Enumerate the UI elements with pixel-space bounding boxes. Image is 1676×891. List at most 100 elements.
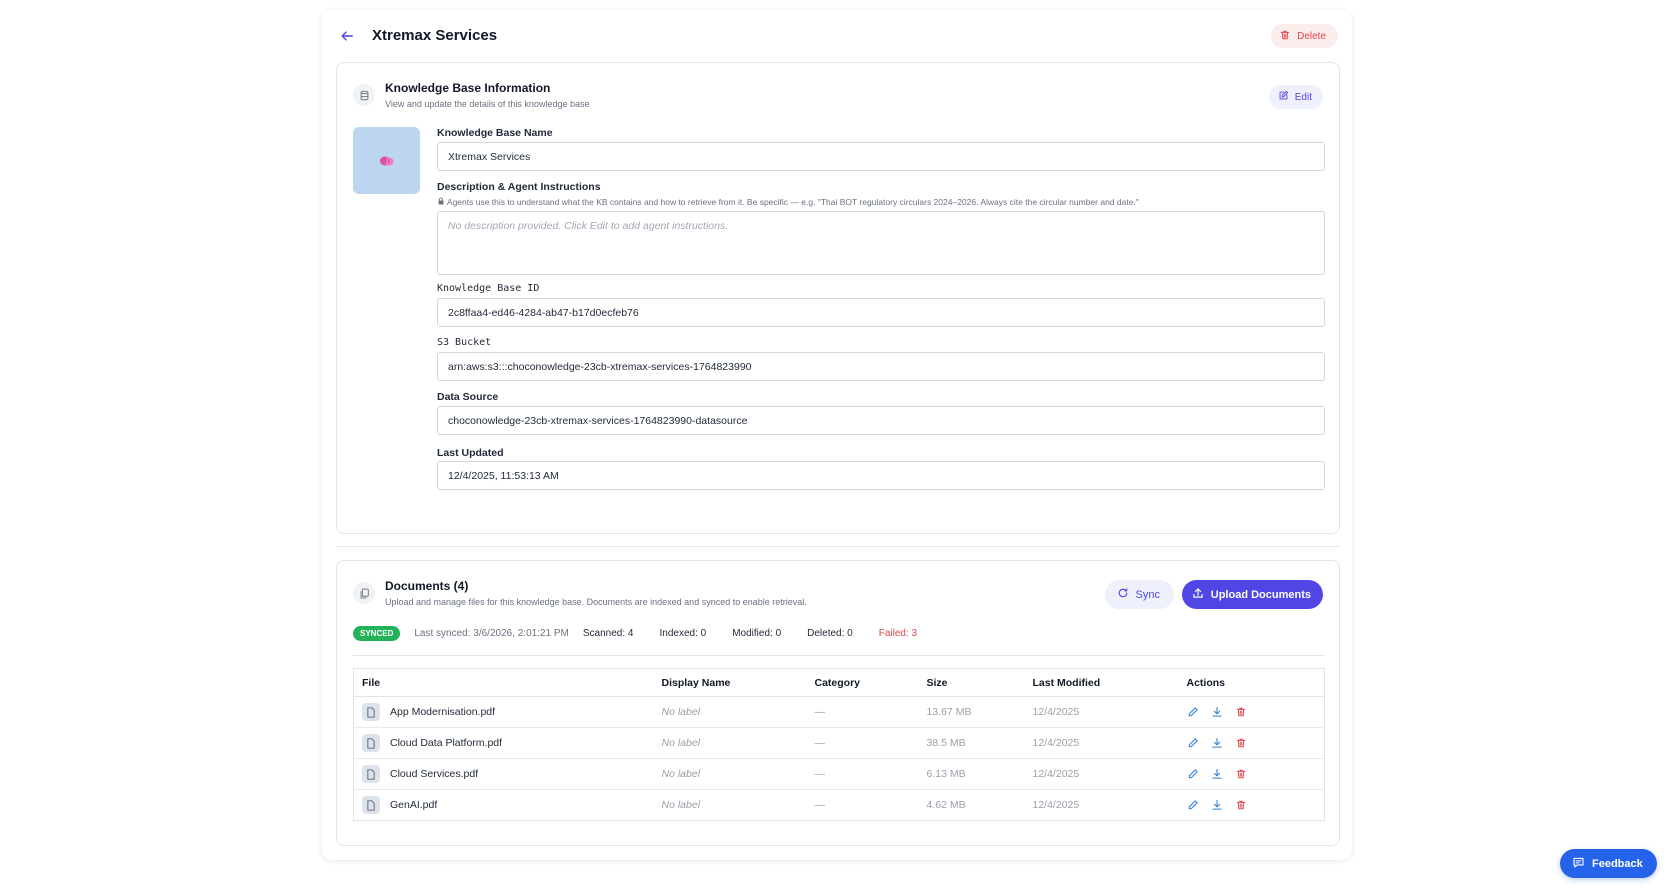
file-name: Cloud Services.pdf bbox=[390, 768, 479, 780]
documents-icon bbox=[353, 582, 375, 604]
kb-name-field[interactable]: Xtremax Services bbox=[437, 142, 1325, 171]
s3-bucket-label: S3 Bucket bbox=[437, 337, 492, 348]
page-header: Xtremax Services Delete bbox=[322, 10, 1352, 62]
kb-info-title: Knowledge Base Information bbox=[385, 81, 551, 95]
chat-icon bbox=[1572, 856, 1585, 872]
failed-count: Failed: 3 bbox=[878, 627, 918, 639]
category: — bbox=[806, 727, 919, 759]
delete-button[interactable]: Delete bbox=[1271, 24, 1338, 48]
data-source-label: Data Source bbox=[437, 391, 499, 403]
display-name: No label bbox=[653, 727, 807, 759]
last-modified: 12/4/2025 bbox=[1024, 727, 1179, 759]
kb-id-label: Knowledge Base ID bbox=[437, 283, 540, 294]
status-badge: SYNCED bbox=[353, 625, 401, 641]
database-icon bbox=[353, 84, 375, 106]
last-modified: 12/4/2025 bbox=[1032, 799, 1080, 811]
documents-card: Documents (4) Upload and manage files fo… bbox=[336, 560, 1340, 846]
status-divider bbox=[353, 655, 1325, 656]
edit-pencil-icon[interactable] bbox=[1187, 737, 1200, 750]
file-size: 13.67 MB bbox=[918, 696, 1025, 728]
col-last-modified[interactable]: Last Modified bbox=[1024, 668, 1179, 697]
trash-icon bbox=[1279, 29, 1291, 44]
display-name: No label bbox=[653, 758, 807, 790]
description-textarea[interactable]: No description provided. Click Edit to a… bbox=[437, 211, 1325, 275]
upload-documents-button[interactable]: Upload Documents bbox=[1181, 580, 1323, 609]
description-hint-text: Agents use this to understand what the K… bbox=[446, 197, 1139, 207]
col-size[interactable]: Size bbox=[918, 668, 1025, 697]
category: — bbox=[806, 758, 919, 790]
upload-icon bbox=[1192, 587, 1204, 602]
table-header-row: File Display Name Category Size Last Mod… bbox=[353, 668, 1325, 697]
kb-id-field[interactable]: 2c8ffaa4-ed46-4284-ab47-b17d0ecfeb76 bbox=[437, 298, 1325, 327]
deleted-count: Deleted: 0 bbox=[807, 627, 853, 639]
indexed-count: Indexed: 0 bbox=[659, 627, 707, 639]
delete-trash-icon[interactable] bbox=[1235, 737, 1248, 750]
kb-detail-page: Xtremax Services Delete Knowledge Base I… bbox=[322, 10, 1352, 860]
kb-name-label: Knowledge Base Name bbox=[437, 127, 553, 139]
table-row[interactable]: GenAI.pdf No label — 4.62 MB 12/4/2025 bbox=[354, 790, 1325, 821]
file-icon bbox=[362, 734, 380, 752]
page-title: Xtremax Services bbox=[372, 27, 498, 44]
upload-label: Upload Documents bbox=[1210, 588, 1311, 601]
documents-table: File Display Name Category Size Last Mod… bbox=[353, 668, 1325, 821]
refresh-icon bbox=[1117, 587, 1129, 602]
file-icon bbox=[362, 796, 380, 814]
edit-pencil-icon[interactable] bbox=[1187, 768, 1200, 781]
delete-label: Delete bbox=[1297, 30, 1326, 42]
edit-pencil-icon[interactable] bbox=[1187, 706, 1200, 719]
s3-bucket-field[interactable]: arn:aws:s3:::choconowledge-23cb-xtremax-… bbox=[437, 352, 1325, 381]
last-modified: 12/4/2025 bbox=[1024, 696, 1179, 728]
file-name: Cloud Data Platform.pdf bbox=[390, 737, 503, 749]
table-row[interactable]: Cloud Services.pdf No label — 6.13 MB 12… bbox=[353, 758, 1325, 790]
edit-button[interactable]: Edit bbox=[1268, 85, 1323, 109]
description-label: Description & Agent Instructions bbox=[437, 181, 601, 193]
download-icon[interactable] bbox=[1211, 799, 1224, 812]
col-category[interactable]: Category bbox=[806, 668, 919, 697]
category: — bbox=[814, 799, 826, 811]
file-icon bbox=[362, 765, 380, 783]
brain-icon bbox=[353, 127, 420, 194]
section-divider bbox=[336, 546, 1340, 547]
kb-info-subtitle: View and update the details of this know… bbox=[385, 99, 590, 109]
sync-button[interactable]: Sync bbox=[1104, 580, 1174, 609]
scanned-count: Scanned: 4 bbox=[582, 627, 634, 639]
modified-count: Modified: 0 bbox=[732, 627, 782, 639]
col-display-name[interactable]: Display Name bbox=[653, 668, 807, 697]
description-hint: Agents use this to understand what the K… bbox=[437, 197, 1139, 207]
back-arrow-icon[interactable] bbox=[338, 27, 356, 45]
file-name: GenAI.pdf bbox=[390, 799, 438, 811]
download-icon[interactable] bbox=[1211, 706, 1224, 719]
display-name: No label bbox=[661, 799, 701, 811]
file-size: 4.62 MB bbox=[926, 799, 966, 811]
delete-trash-icon[interactable] bbox=[1235, 706, 1248, 719]
category: — bbox=[806, 696, 919, 728]
delete-trash-icon[interactable] bbox=[1235, 768, 1248, 781]
feedback-button[interactable]: Feedback bbox=[1560, 849, 1657, 878]
download-icon[interactable] bbox=[1211, 737, 1224, 750]
file-name: App Modernisation.pdf bbox=[390, 706, 496, 718]
table-row[interactable]: Cloud Data Platform.pdf No label — 38.5 … bbox=[353, 727, 1325, 759]
sync-label: Sync bbox=[1135, 588, 1160, 601]
col-actions: Actions bbox=[1178, 668, 1325, 697]
last-synced: Last synced: 3/6/2026, 2:01:21 PM bbox=[414, 627, 569, 639]
file-size: 6.13 MB bbox=[918, 758, 1025, 790]
display-name: No label bbox=[653, 696, 807, 728]
edit-label: Edit bbox=[1294, 91, 1312, 103]
last-modified: 12/4/2025 bbox=[1024, 758, 1179, 790]
feedback-label: Feedback bbox=[1592, 857, 1643, 870]
lock-icon bbox=[437, 197, 447, 207]
documents-subtitle: Upload and manage files for this knowled… bbox=[385, 597, 807, 607]
sync-status-row: SYNCED Last synced: 3/6/2026, 2:01:21 PM… bbox=[353, 625, 943, 641]
delete-trash-icon[interactable] bbox=[1235, 799, 1248, 812]
data-source-field[interactable]: choconowledge-23cb-xtremax-services-1764… bbox=[437, 406, 1325, 435]
last-updated-field[interactable]: 12/4/2025, 11:53:13 AM bbox=[437, 461, 1325, 490]
download-icon[interactable] bbox=[1211, 768, 1224, 781]
pencil-icon bbox=[1278, 90, 1289, 104]
kb-info-card: Knowledge Base Information View and upda… bbox=[336, 62, 1340, 534]
documents-title: Documents (4) bbox=[385, 579, 469, 593]
last-updated-label: Last Updated bbox=[437, 447, 504, 459]
edit-pencil-icon[interactable] bbox=[1187, 799, 1200, 812]
table-row[interactable]: App Modernisation.pdf No label — 13.67 M… bbox=[353, 696, 1325, 728]
col-file[interactable]: File bbox=[353, 668, 654, 697]
file-size: 38.5 MB bbox=[918, 727, 1025, 759]
